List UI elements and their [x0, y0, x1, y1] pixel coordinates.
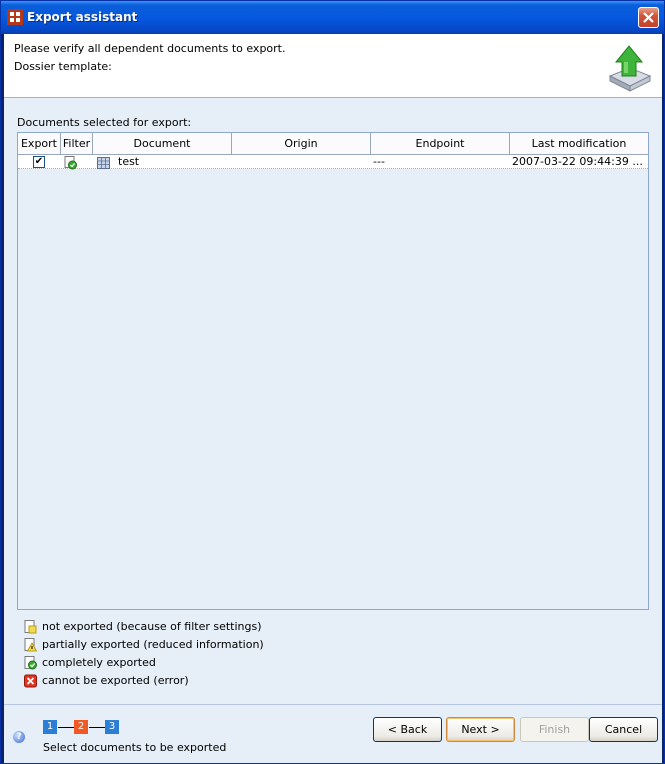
column-header-origin[interactable]: Origin	[232, 133, 371, 155]
step-3-indicator: 3	[105, 720, 119, 734]
step-connector	[89, 727, 105, 728]
legend-label: partially exported (reduced information)	[42, 638, 264, 651]
legend-label: cannot be exported (error)	[42, 674, 189, 687]
step-caption: Select documents to be exported	[43, 741, 227, 754]
header-panel: Please verify all dependent documents to…	[4, 34, 662, 98]
column-header-export[interactable]: Export	[18, 133, 61, 155]
close-button[interactable]	[638, 7, 659, 28]
table-header: Export Filter Document Origin Endpoint L…	[18, 133, 648, 155]
app-icon	[7, 9, 23, 25]
step-2-indicator: 2	[74, 720, 88, 734]
documents-section-label: Documents selected for export:	[17, 116, 192, 129]
export-checkbox[interactable]: ✔	[33, 156, 45, 168]
export-tray-icon	[608, 45, 652, 92]
table-row[interactable]: ✔ test --- 2007-03-22 09:44:39 ...	[18, 155, 648, 170]
origin-value	[236, 155, 366, 169]
column-header-document[interactable]: Document	[93, 133, 232, 155]
column-header-endpoint[interactable]: Endpoint	[371, 133, 510, 155]
window-title: Export assistant	[27, 10, 138, 24]
completely-exported-icon	[64, 156, 77, 170]
finish-button[interactable]: Finish	[520, 717, 589, 742]
export-assistant-window: Export assistant Please verify all depen…	[0, 0, 665, 764]
completely-exported-icon	[24, 656, 37, 670]
next-button[interactable]: Next >	[446, 717, 515, 742]
legend-label: completely exported	[42, 656, 156, 669]
help-icon[interactable]: ?	[13, 731, 25, 743]
close-icon	[643, 12, 654, 23]
dossier-template-label: Dossier template:	[14, 60, 112, 73]
dialog-content: Please verify all dependent documents to…	[4, 34, 662, 763]
documents-table: Export Filter Document Origin Endpoint L…	[17, 132, 649, 610]
step-1-indicator: 1	[43, 720, 57, 734]
last-modification-value: 2007-03-22 09:44:39 ...	[512, 155, 643, 168]
footer-divider	[4, 704, 662, 705]
cancel-button[interactable]: Cancel	[589, 717, 658, 742]
document-grid-icon	[97, 157, 110, 169]
partially-exported-icon	[24, 638, 37, 652]
step-connector	[58, 727, 74, 728]
column-header-filter[interactable]: Filter	[61, 133, 93, 155]
error-icon	[24, 674, 37, 688]
document-name: test	[118, 155, 140, 168]
endpoint-value: ---	[373, 155, 385, 168]
legend-label: not exported (because of filter settings…	[42, 620, 262, 633]
title-bar[interactable]: Export assistant	[1, 1, 664, 34]
instruction-text: Please verify all dependent documents to…	[14, 42, 286, 55]
back-button[interactable]: < Back	[373, 717, 442, 742]
column-header-last-modification[interactable]: Last modification	[510, 133, 648, 155]
not-exported-icon	[24, 620, 37, 634]
